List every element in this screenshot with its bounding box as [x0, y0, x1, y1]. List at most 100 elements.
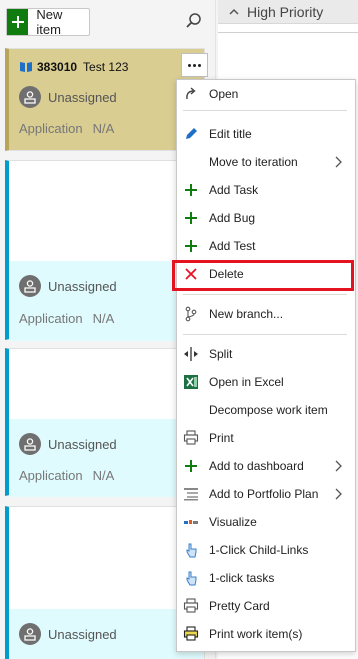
menu-separator: [183, 110, 347, 111]
delete-highlight-box: [172, 260, 354, 291]
assignee-label: Unassigned: [48, 89, 117, 105]
menu-item-add-to-portfolio-plan[interactable]: Add to Portfolio Plan: [177, 482, 355, 506]
card-title-row: 383010 Test 123: [19, 59, 128, 75]
menu-item-label: Visualize: [209, 515, 257, 529]
menu-item-label: Print work item(s): [209, 627, 303, 641]
excel-icon: [183, 374, 199, 390]
branch-icon: [183, 306, 199, 322]
assignee-label: Unassigned: [48, 626, 117, 642]
pointer-hand-icon: [183, 542, 199, 558]
menu-item-label: Add to dashboard: [209, 459, 304, 473]
printer-color-icon: [183, 626, 199, 642]
more-actions-button[interactable]: [181, 53, 208, 77]
work-item-card[interactable]: Unassigned: [5, 506, 205, 659]
avatar: [19, 86, 41, 108]
chevron-right-icon: [335, 156, 342, 168]
swimlane-header[interactable]: High Priority: [218, 0, 358, 24]
menu-item-1-click-child-links[interactable]: 1-Click Child-Links: [177, 538, 355, 562]
book-icon: [20, 62, 32, 72]
menu-item-label: 1-Click Child-Links: [209, 543, 309, 557]
menu-item-label: Add to Portfolio Plan: [209, 487, 319, 501]
work-item-card[interactable]: Unassigned Application N/A: [5, 348, 205, 497]
menu-item-move-to-iteration[interactable]: Move to iteration: [177, 150, 355, 174]
printer-icon: [183, 430, 199, 446]
column-toolbar: New item: [0, 0, 216, 44]
pencil-icon: [183, 126, 199, 142]
menu-item-add-bug[interactable]: Add Bug: [177, 206, 355, 230]
pointer-hand-icon: [183, 570, 199, 586]
field-value[interactable]: N/A: [93, 121, 115, 136]
visualize-icon: [183, 514, 199, 530]
work-item-title[interactable]: Test 123: [83, 60, 128, 74]
menu-item-label: 1-click tasks: [209, 571, 275, 585]
menu-item-label: Add Test: [209, 239, 256, 253]
menu-item-label: Decompose work item: [209, 403, 328, 417]
menu-item-pretty-card[interactable]: Pretty Card: [177, 594, 355, 618]
plus-icon: [183, 182, 199, 198]
menu-item-label: Pretty Card: [209, 599, 270, 613]
menu-item-1-click-tasks[interactable]: 1-click tasks: [177, 566, 355, 590]
menu-separator: [183, 334, 347, 335]
avatar: [19, 433, 41, 455]
assignee-label: Unassigned: [48, 278, 117, 294]
card-field: Application N/A: [19, 121, 114, 136]
assignee[interactable]: Unassigned: [19, 433, 117, 455]
open-arrow-icon: [183, 86, 199, 102]
field-value[interactable]: N/A: [93, 468, 115, 483]
menu-item-print-work-items[interactable]: Print work item(s): [177, 622, 355, 646]
search-icon[interactable]: [184, 11, 204, 31]
context-menu: Open Edit title Move to iteration Add Ta…: [176, 79, 356, 652]
menu-item-label: Add Bug: [209, 211, 256, 225]
assignee[interactable]: Unassigned: [19, 86, 117, 108]
chevron-right-icon: [335, 488, 342, 500]
menu-item-label: Open in Excel: [209, 375, 284, 389]
menu-item-label: Edit title: [209, 127, 252, 141]
menu-item-edit-title[interactable]: Edit title: [177, 122, 355, 146]
work-item-card[interactable]: Unassigned Application N/A: [5, 160, 205, 341]
menu-item-add-test[interactable]: Add Test: [177, 234, 355, 258]
plus-icon: [183, 210, 199, 226]
menu-item-print[interactable]: Print: [177, 426, 355, 450]
assignee-label: Unassigned: [48, 436, 117, 452]
split-icon: [183, 346, 199, 362]
menu-separator: [183, 294, 347, 295]
menu-item-add-to-dashboard[interactable]: Add to dashboard: [177, 454, 355, 478]
card-band: [9, 419, 204, 497]
new-item-label: New item: [36, 7, 63, 37]
assignee[interactable]: Unassigned: [19, 275, 117, 297]
menu-item-label: Add Task: [209, 183, 259, 197]
list-icon: [183, 486, 199, 502]
printer-icon: [183, 598, 199, 614]
menu-item-label: Move to iteration: [209, 155, 298, 169]
card-field: Application N/A: [19, 468, 114, 483]
avatar: [19, 275, 41, 297]
plus-icon: [7, 9, 29, 35]
work-item-id[interactable]: 383010: [37, 60, 77, 74]
menu-item-open-in-excel[interactable]: Open in Excel: [177, 370, 355, 394]
menu-item-label: Open: [209, 87, 239, 101]
avatar: [19, 623, 41, 645]
menu-item-open[interactable]: Open: [177, 82, 355, 106]
card-field: Application N/A: [19, 311, 114, 326]
field-name: Application: [19, 121, 83, 136]
menu-item-new-branch[interactable]: New branch...: [177, 302, 355, 326]
assignee[interactable]: Unassigned: [19, 623, 117, 645]
menu-item-add-task[interactable]: Add Task: [177, 178, 355, 202]
chevron-up-icon: [229, 8, 239, 15]
plus-icon: [183, 238, 199, 254]
divider: [218, 32, 358, 33]
menu-item-split[interactable]: Split: [177, 342, 355, 366]
chevron-right-icon: [335, 460, 342, 472]
new-item-button[interactable]: New item: [6, 7, 90, 37]
menu-item-label: New branch...: [209, 307, 284, 321]
menu-item-visualize[interactable]: Visualize: [177, 510, 355, 534]
field-name: Application: [19, 468, 83, 483]
plus-icon: [183, 458, 199, 474]
field-name: Application: [19, 311, 83, 326]
field-value[interactable]: N/A: [93, 311, 115, 326]
swimlane-title: High Priority: [247, 3, 324, 20]
work-item-card[interactable]: 383010 Test 123 Unassigned Application N…: [5, 48, 208, 151]
menu-item-decompose-work-item[interactable]: Decompose work item: [177, 398, 355, 422]
menu-item-label: Print: [209, 431, 234, 445]
menu-item-label: Split: [209, 347, 233, 361]
